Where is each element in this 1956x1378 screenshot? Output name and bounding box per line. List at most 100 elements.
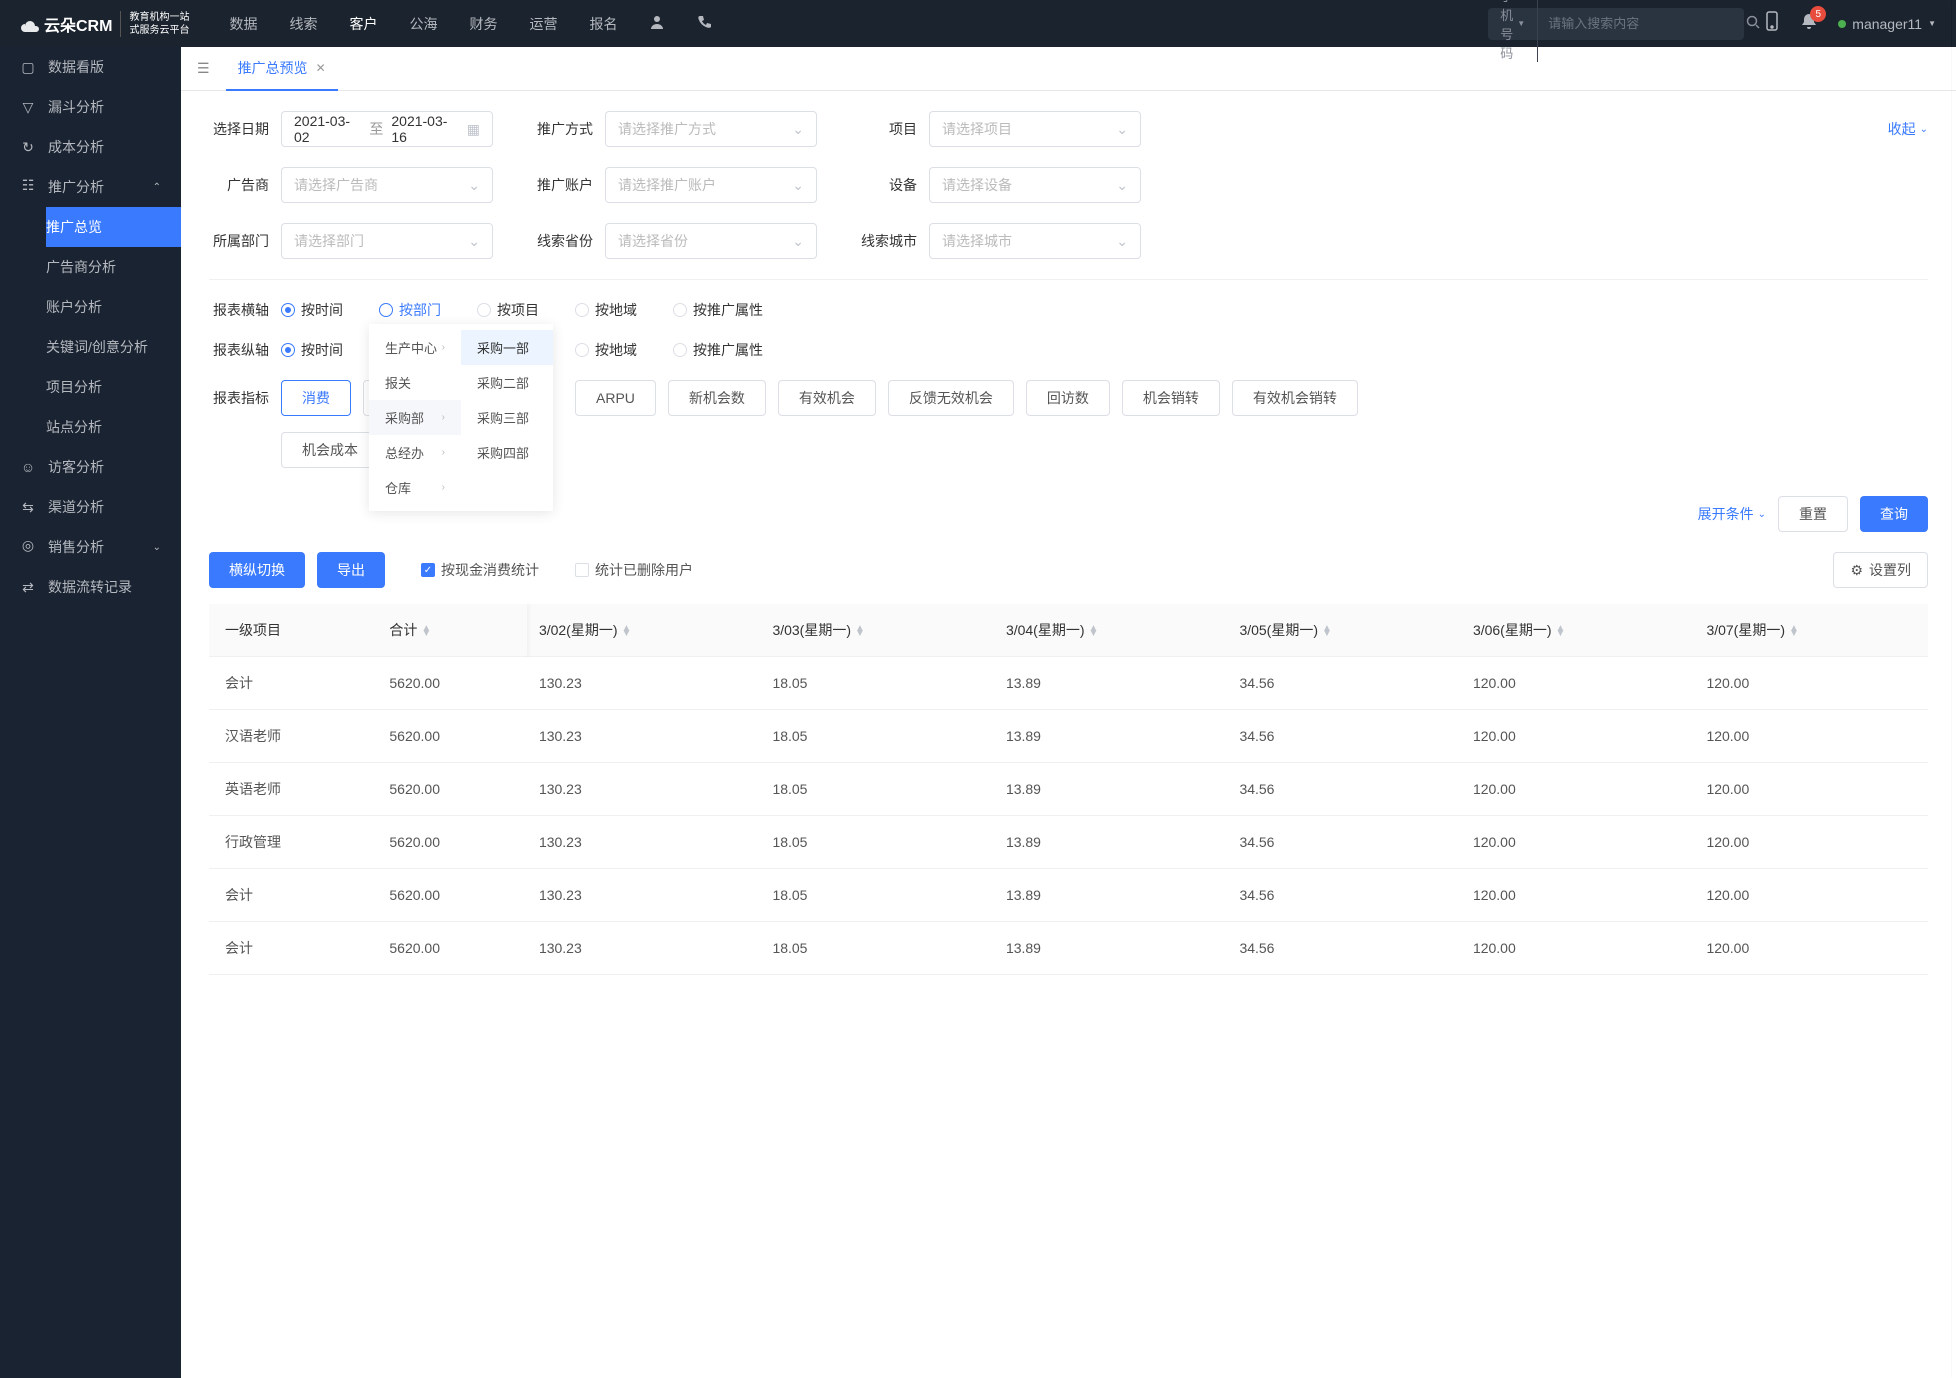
dept-select[interactable]: 请选择部门⌄ bbox=[281, 223, 493, 259]
sidebar-item-dashboard[interactable]: ▢数据看版 bbox=[0, 47, 181, 87]
col-date[interactable]: 3/05(星期一)▲▼ bbox=[1227, 604, 1461, 657]
notification-icon[interactable]: 5 bbox=[1800, 12, 1818, 35]
col-date[interactable]: 3/07(星期一)▲▼ bbox=[1694, 604, 1928, 657]
sidebar-item-project[interactable]: 项目分析 bbox=[46, 367, 181, 407]
sidebar-item-keyword[interactable]: 关键词/创意分析 bbox=[46, 327, 181, 367]
radio-v-attr[interactable]: 按推广属性 bbox=[673, 340, 763, 360]
search-type-select[interactable]: 手机号码 ▼ bbox=[1488, 0, 1538, 62]
cell-value: 13.89 bbox=[994, 816, 1228, 869]
cascade-item[interactable]: 总经办› bbox=[369, 435, 461, 470]
cascade-item[interactable]: 采购一部 bbox=[461, 330, 553, 365]
metric-btn-invalid[interactable]: 反馈无效机会 bbox=[888, 380, 1014, 416]
nav-public[interactable]: 公海 bbox=[409, 14, 437, 34]
nav-leads[interactable]: 线索 bbox=[289, 14, 317, 34]
method-select[interactable]: 请选择推广方式⌄ bbox=[605, 111, 817, 147]
account-select[interactable]: 请选择推广账户⌄ bbox=[605, 167, 817, 203]
device-select[interactable]: 请选择设备⌄ bbox=[929, 167, 1141, 203]
dept-label: 所属部门 bbox=[209, 231, 269, 251]
sidebar-item-channel[interactable]: ⇆渠道分析 bbox=[0, 487, 181, 527]
reset-button[interactable]: 重置 bbox=[1778, 496, 1848, 532]
col-date[interactable]: 3/02(星期一)▲▼ bbox=[527, 604, 761, 657]
cell-value: 120.00 bbox=[1461, 922, 1695, 975]
sidebar-item-funnel[interactable]: ▽漏斗分析 bbox=[0, 87, 181, 127]
col-name[interactable]: 一级项目 bbox=[209, 604, 377, 657]
sidebar-item-advertiser[interactable]: 广告商分析 bbox=[46, 247, 181, 287]
hamburger-icon[interactable]: ☰ bbox=[197, 60, 210, 77]
cascade-item[interactable]: 仓库› bbox=[369, 470, 461, 505]
cascade-item[interactable]: 采购三部 bbox=[461, 400, 553, 435]
deleted-checkbox[interactable]: 统计已删除用户 bbox=[575, 560, 693, 580]
metric-btn-valid-convert[interactable]: 有效机会销转 bbox=[1232, 380, 1358, 416]
query-button[interactable]: 查询 bbox=[1860, 496, 1928, 532]
radio-h-project[interactable]: 按项目 bbox=[477, 300, 539, 320]
settings-columns-button[interactable]: ⚙设置列 bbox=[1833, 552, 1928, 588]
export-button[interactable]: 导出 bbox=[317, 552, 385, 588]
nav-operation[interactable]: 运营 bbox=[529, 14, 557, 34]
collapse-link[interactable]: 收起 ⌄ bbox=[1888, 119, 1928, 139]
project-label: 项目 bbox=[857, 119, 917, 139]
metric-btn-convert[interactable]: 机会销转 bbox=[1122, 380, 1220, 416]
metric-btn-arpu[interactable]: ARPU bbox=[575, 380, 656, 416]
chevron-down-icon: ⌄ bbox=[468, 233, 480, 250]
nav-phone-icon[interactable] bbox=[697, 14, 713, 34]
col-date[interactable]: 3/03(星期一)▲▼ bbox=[760, 604, 994, 657]
cascade-item[interactable]: 报关 bbox=[369, 365, 461, 400]
sort-icon: ▲▼ bbox=[1089, 626, 1099, 636]
sidebar-item-sales[interactable]: ◎销售分析⌄ bbox=[0, 527, 181, 567]
radio-h-attr[interactable]: 按推广属性 bbox=[673, 300, 763, 320]
date-range-input[interactable]: 2021-03-02至2021-03-16 ▦ bbox=[281, 111, 493, 147]
metric-btn-valid[interactable]: 有效机会 bbox=[778, 380, 876, 416]
metric-btn-spend[interactable]: 消费 bbox=[281, 380, 351, 416]
expand-conditions-link[interactable]: 展开条件 ⌄ bbox=[1698, 504, 1766, 524]
cell-total: 5620.00 bbox=[377, 869, 527, 922]
close-icon[interactable]: ✕ bbox=[316, 61, 326, 75]
nav-enroll[interactable]: 报名 bbox=[589, 14, 617, 34]
project-select[interactable]: 请选择项目⌄ bbox=[929, 111, 1141, 147]
sidebar-item-cost[interactable]: ↻成本分析 bbox=[0, 127, 181, 167]
content: 选择日期 2021-03-02至2021-03-16 ▦ 推广方式 请选择推广方… bbox=[181, 91, 1956, 995]
cell-name: 英语老师 bbox=[209, 763, 377, 816]
chevron-right-icon: › bbox=[442, 482, 445, 493]
metric-btn-revisit[interactable]: 回访数 bbox=[1026, 380, 1110, 416]
col-date[interactable]: 3/06(星期一)▲▼ bbox=[1461, 604, 1695, 657]
sidebar-item-overview[interactable]: 推广总览 bbox=[46, 207, 181, 247]
nav-data[interactable]: 数据 bbox=[229, 14, 257, 34]
radio-h-dept[interactable]: 按部门 bbox=[379, 300, 441, 320]
search-input[interactable] bbox=[1538, 16, 1734, 31]
sidebar-item-site[interactable]: 站点分析 bbox=[46, 407, 181, 447]
radio-v-region[interactable]: 按地域 bbox=[575, 340, 637, 360]
radio-h-time[interactable]: 按时间 bbox=[281, 300, 343, 320]
chevron-down-icon: ⌄ bbox=[153, 542, 161, 553]
cascade-item[interactable]: 采购四部 bbox=[461, 435, 553, 470]
switch-button[interactable]: 横纵切换 bbox=[209, 552, 305, 588]
cell-value: 130.23 bbox=[527, 869, 761, 922]
radio-v-time[interactable]: 按时间 bbox=[281, 340, 343, 360]
mobile-icon[interactable] bbox=[1764, 11, 1780, 36]
cell-name: 汉语老师 bbox=[209, 710, 377, 763]
nav-finance[interactable]: 财务 bbox=[469, 14, 497, 34]
cascade-item[interactable]: 采购部› bbox=[369, 400, 461, 435]
cascade-item[interactable]: 生产中心› bbox=[369, 330, 461, 365]
nav-customer[interactable]: 客户 bbox=[349, 14, 377, 34]
nav-user-icon[interactable] bbox=[649, 14, 665, 34]
city-select[interactable]: 请选择城市⌄ bbox=[929, 223, 1141, 259]
metric-btn-cost[interactable]: 机会成本 bbox=[281, 432, 379, 468]
cell-value: 130.23 bbox=[527, 710, 761, 763]
sidebar-item-flow[interactable]: ⇄数据流转记录 bbox=[0, 567, 181, 607]
advertiser-select[interactable]: 请选择广告商⌄ bbox=[281, 167, 493, 203]
sidebar-item-visitor[interactable]: ☺访客分析 bbox=[0, 447, 181, 487]
sidebar-item-promotion[interactable]: ☷推广分析⌃ bbox=[0, 167, 181, 207]
user-menu[interactable]: manager11 ▼ bbox=[1838, 16, 1936, 32]
metric-btn-new[interactable]: 新机会数 bbox=[668, 380, 766, 416]
sidebar-sub: 推广总览 广告商分析 账户分析 关键词/创意分析 项目分析 站点分析 bbox=[0, 207, 181, 447]
cell-total: 5620.00 bbox=[377, 710, 527, 763]
tab-overview[interactable]: 推广总预览✕ bbox=[226, 47, 338, 91]
province-select[interactable]: 请选择省份⌄ bbox=[605, 223, 817, 259]
cash-checkbox[interactable]: 按现金消费统计 bbox=[421, 560, 539, 580]
cascade-item[interactable]: 采购二部 bbox=[461, 365, 553, 400]
cell-value: 18.05 bbox=[760, 816, 994, 869]
sidebar-item-account[interactable]: 账户分析 bbox=[46, 287, 181, 327]
col-total[interactable]: 合计▲▼ bbox=[377, 604, 527, 657]
col-date[interactable]: 3/04(星期一)▲▼ bbox=[994, 604, 1228, 657]
radio-h-region[interactable]: 按地域 bbox=[575, 300, 637, 320]
